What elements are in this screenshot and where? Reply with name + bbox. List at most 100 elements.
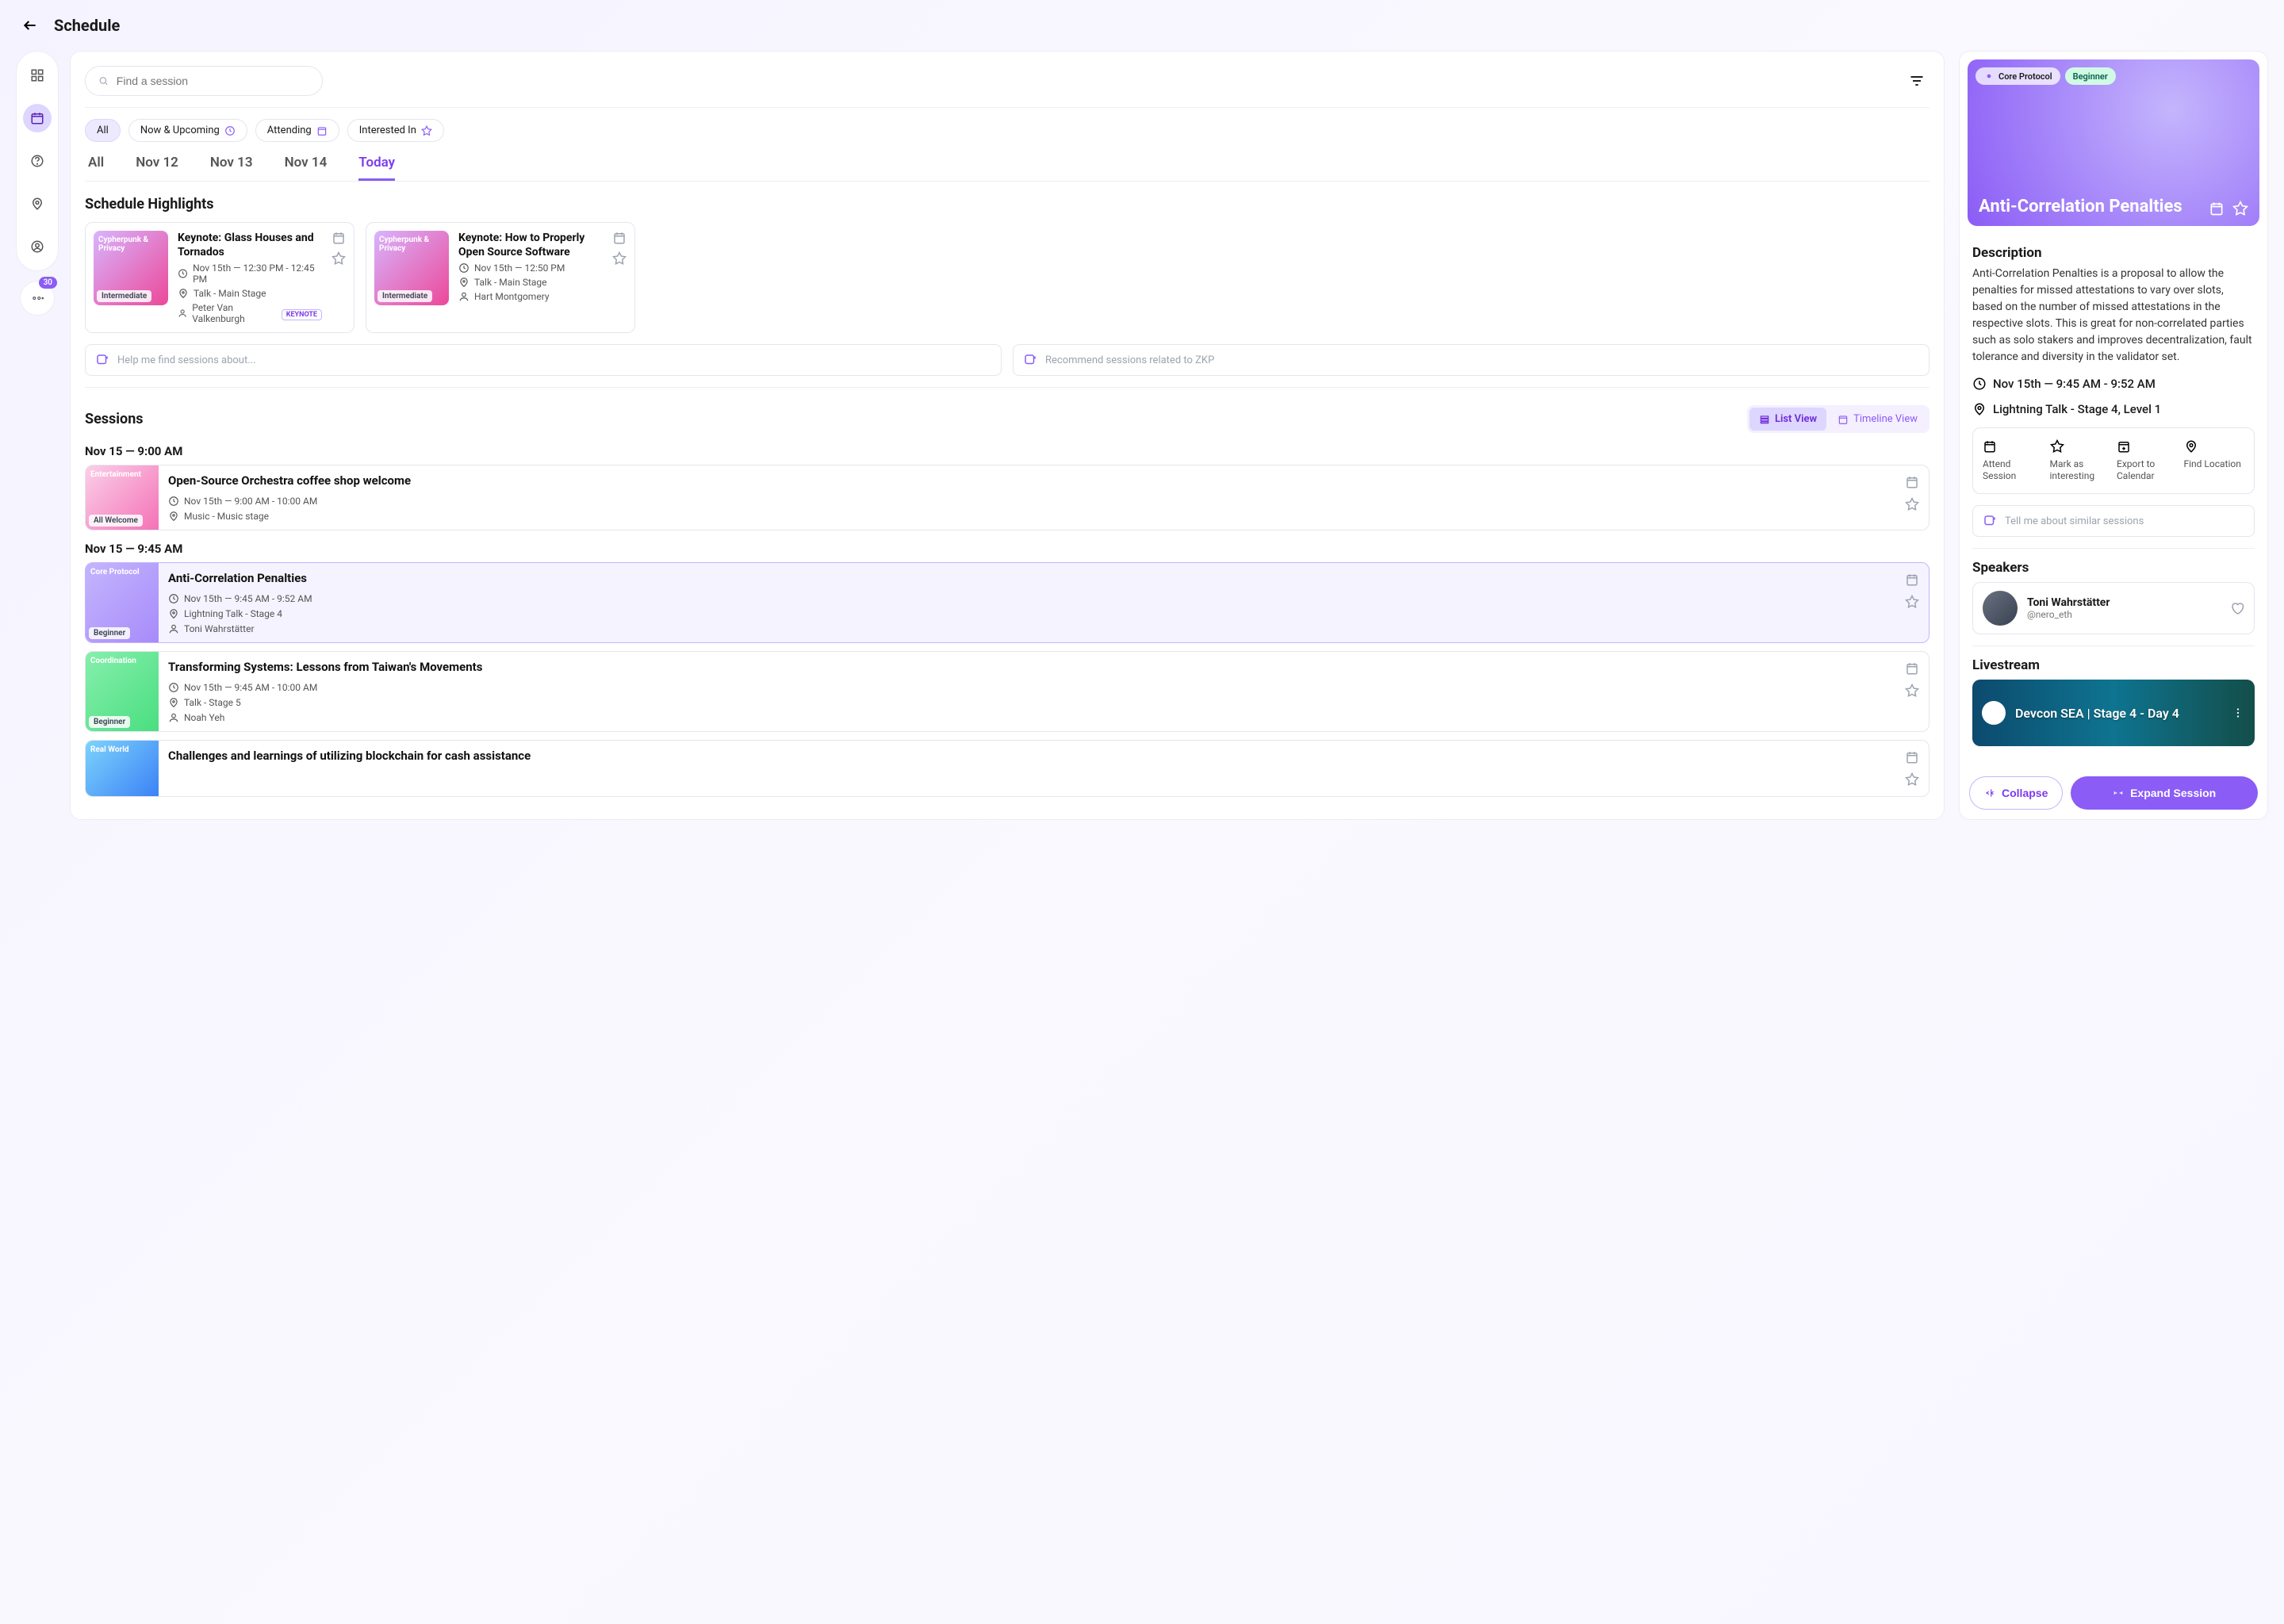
star-icon[interactable] xyxy=(331,251,346,266)
detail-panel: Core Protocol Beginner Anti-Correlation … xyxy=(1959,51,2268,820)
action-attend[interactable]: Attend Session xyxy=(1983,439,2044,482)
highlight-card[interactable]: Cypherpunk & Privacy Intermediate Keynot… xyxy=(85,222,354,333)
keynote-badge: KEYNOTE xyxy=(282,309,322,320)
date-tab-all[interactable]: All xyxy=(88,155,104,181)
calendar-icon[interactable] xyxy=(1905,661,1919,676)
session-card[interactable]: Entertainment All Welcome Open-Source Or… xyxy=(85,465,1930,530)
highlight-title: Keynote: How to Properly Open Source Sof… xyxy=(458,231,603,259)
session-card[interactable]: Real World Challenges and learnings of u… xyxy=(85,740,1930,797)
star-icon[interactable] xyxy=(612,251,627,266)
date-tab-nov14[interactable]: Nov 14 xyxy=(285,155,328,181)
track-tag: Real World xyxy=(90,745,154,754)
track-tag: Entertainment xyxy=(90,470,154,479)
collapse-button[interactable]: Collapse xyxy=(1969,776,2063,810)
star-icon[interactable] xyxy=(2232,201,2248,216)
sidebar-item-dashboard[interactable] xyxy=(23,61,52,90)
location-icon xyxy=(1972,402,1987,416)
back-arrow[interactable] xyxy=(22,17,38,33)
sidebar-notifications[interactable]: 30 xyxy=(20,281,55,316)
sidebar-item-profile[interactable] xyxy=(23,232,52,261)
calendar-icon xyxy=(1983,439,1997,454)
date-tab-nov13[interactable]: Nov 13 xyxy=(210,155,253,181)
star-icon xyxy=(421,125,432,136)
highlight-venue: Talk - Main Stage xyxy=(178,288,322,299)
detail-hero-title: Anti-Correlation Penalties xyxy=(1979,197,2182,216)
star-icon[interactable] xyxy=(1905,595,1919,609)
session-venue: Lightning Talk - Stage 4 xyxy=(168,608,1886,619)
track-tag: Cypherpunk & Privacy xyxy=(379,236,444,253)
filter-button[interactable] xyxy=(1904,68,1930,94)
livestream-label: Devcon SEA | Stage 4 - Day 4 xyxy=(2015,706,2179,721)
suggestion-find[interactable]: Help me find sessions about... xyxy=(85,344,1002,376)
view-list-btn[interactable]: List View xyxy=(1749,408,1826,431)
session-card[interactable]: Core Protocol Beginner Anti-Correlation … xyxy=(85,562,1930,643)
track-tag: Core Protocol xyxy=(90,568,154,576)
star-icon[interactable] xyxy=(1905,684,1919,698)
sparkle-icon xyxy=(95,353,109,367)
schedule-panel: All Now & Upcoming Attending Interested … xyxy=(70,51,1945,820)
highlight-speaker: Hart Montgomery xyxy=(458,291,603,302)
speaker-card[interactable]: Toni Wahrstätter @nero_eth xyxy=(1972,582,2255,634)
calendar-icon[interactable] xyxy=(1905,475,1919,489)
filter-chip-now[interactable]: Now & Upcoming xyxy=(128,119,247,142)
time-group-header: Nov 15 — 9:45 AM xyxy=(85,542,1930,556)
detail-action-grid: Attend Session Mark as interesting Expor… xyxy=(1972,427,2255,494)
highlight-venue: Talk - Main Stage xyxy=(458,277,603,288)
detail-venue: Lightning Talk - Stage 4, Level 1 xyxy=(1972,402,2255,416)
calendar-plus-icon xyxy=(2117,439,2131,454)
action-find-location[interactable]: Find Location xyxy=(2184,439,2245,482)
calendar-icon[interactable] xyxy=(331,231,346,245)
page-title: Schedule xyxy=(54,16,120,35)
calendar-icon xyxy=(1838,414,1849,425)
highlight-card[interactable]: Cypherpunk & Privacy Intermediate Keynot… xyxy=(366,222,635,333)
calendar-icon[interactable] xyxy=(612,231,627,245)
action-interesting[interactable]: Mark as interesting xyxy=(2050,439,2111,482)
detail-level-chip: Beginner xyxy=(2065,67,2116,85)
date-tab-nov12[interactable]: Nov 12 xyxy=(136,155,178,181)
highlight-time: Nov 15th — 12:50 PM xyxy=(458,262,603,274)
session-venue: Music - Music stage xyxy=(168,511,1886,522)
collapse-icon xyxy=(1984,787,1995,799)
session-card[interactable]: Coordination Beginner Transforming Syste… xyxy=(85,651,1930,732)
calendar-icon[interactable] xyxy=(2209,201,2225,216)
expand-session-button[interactable]: Expand Session xyxy=(2071,776,2258,810)
date-tab-today[interactable]: Today xyxy=(358,155,395,181)
suggestion-zkp[interactable]: Recommend sessions related to ZKP xyxy=(1013,344,1930,376)
calendar-icon[interactable] xyxy=(1905,573,1919,587)
description-heading: Description xyxy=(1972,245,2255,261)
avatar xyxy=(1983,591,2018,626)
session-title: Open-Source Orchestra coffee shop welcom… xyxy=(168,473,1886,488)
clock-icon xyxy=(1972,377,1987,391)
search-field[interactable] xyxy=(117,75,309,87)
session-venue: Talk - Stage 5 xyxy=(168,697,1886,708)
livestream-player[interactable]: Devcon SEA | Stage 4 - Day 4 xyxy=(1972,680,2255,746)
view-timeline-btn[interactable]: Timeline View xyxy=(1828,408,1927,431)
highlights-title: Schedule Highlights xyxy=(85,196,1930,213)
search-input[interactable] xyxy=(85,66,323,96)
detail-track-chip: Core Protocol xyxy=(1976,67,2060,85)
session-time: Nov 15th — 9:45 AM - 9:52 AM xyxy=(168,593,1886,604)
level-tag: Intermediate xyxy=(377,290,432,302)
header: Schedule xyxy=(0,0,2284,51)
livestream-heading: Livestream xyxy=(1972,657,2255,673)
livestream-logo-icon xyxy=(1982,701,2006,725)
sidebar-item-schedule[interactable] xyxy=(23,104,52,132)
filter-chip-interested[interactable]: Interested In xyxy=(347,119,444,142)
speaker-handle: @nero_eth xyxy=(2027,609,2221,620)
action-export[interactable]: Export to Calendar xyxy=(2117,439,2178,482)
sidebar-item-speakers[interactable] xyxy=(23,147,52,175)
filter-chip-all[interactable]: All xyxy=(85,119,121,142)
star-icon xyxy=(2050,439,2064,454)
calendar-icon xyxy=(316,125,328,136)
sparkle-icon xyxy=(1983,514,1997,528)
star-icon[interactable] xyxy=(1905,497,1919,511)
highlight-title: Keynote: Glass Houses and Tornados xyxy=(178,231,322,259)
more-icon[interactable] xyxy=(2231,706,2245,720)
calendar-icon[interactable] xyxy=(1905,750,1919,764)
filter-chip-attending[interactable]: Attending xyxy=(255,119,339,142)
star-icon[interactable] xyxy=(1905,772,1919,787)
similar-sessions-prompt[interactable]: Tell me about similar sessions xyxy=(1972,505,2255,537)
session-time: Nov 15th — 9:00 AM - 10:00 AM xyxy=(168,496,1886,507)
heart-icon[interactable] xyxy=(2230,601,2244,615)
sidebar-item-venue[interactable] xyxy=(23,190,52,218)
